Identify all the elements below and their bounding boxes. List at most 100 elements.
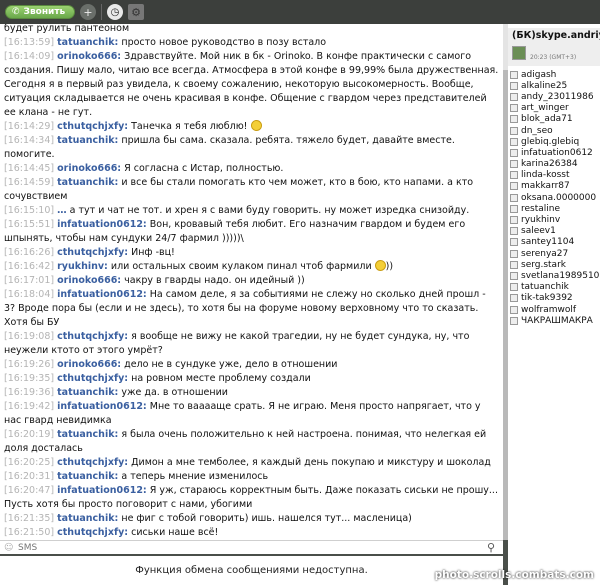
message-timestamp: [16:21:50] — [4, 527, 55, 538]
message-author[interactable]: orinoko666: — [57, 163, 121, 174]
message-timestamp: [16:14:34] — [4, 135, 55, 146]
member-name: dn_seo — [521, 125, 553, 136]
member-item[interactable]: serg.stark — [508, 259, 600, 270]
member-item[interactable]: ЧАКРАШМАКРА — [508, 315, 600, 326]
chat-message: [16:15:10] … а тут и чат не тот. и хрен … — [0, 204, 503, 218]
message-author[interactable]: cthutqchjxfy: — [57, 247, 128, 258]
search-icon[interactable]: ⚲ — [487, 541, 499, 554]
member-item[interactable]: linda-kosst — [508, 170, 600, 181]
message-author[interactable]: … — [57, 205, 67, 216]
member-item[interactable]: svetlana1989510 — [508, 270, 600, 281]
call-button[interactable]: ✆ Звонить — [5, 5, 75, 19]
member-item[interactable]: oksana.0000000 — [508, 192, 600, 203]
member-item[interactable]: infatuation0612 — [508, 147, 600, 158]
member-name: makkarr87 — [521, 181, 570, 192]
member-item[interactable]: ryukhinv — [508, 214, 600, 225]
member-item[interactable]: restaline — [508, 203, 600, 214]
member-item[interactable]: andy_23011986 — [508, 91, 600, 102]
contact-icon — [510, 305, 518, 314]
chat-message: [16:14:59] tatuanchik: и все бы стали по… — [0, 176, 503, 204]
contact-icon — [510, 126, 518, 135]
member-name: glebiq.glebiq — [521, 136, 580, 147]
message-author[interactable]: cthutqchjxfy: — [57, 373, 128, 384]
member-name: tik-tak9392 — [521, 293, 573, 304]
member-name: wolframwolf — [521, 304, 577, 315]
group-timestamp: 20:23 (GMT+3) — [530, 54, 577, 61]
chat-message: [16:19:42] infatuation0612: Мне то ваааа… — [0, 400, 503, 428]
member-name: tatuanchik — [521, 282, 569, 293]
message-author[interactable]: infatuation0612: — [57, 485, 147, 496]
chat-message: [16:21:50] cthutqchjxfy: сиськи наше всё… — [0, 526, 503, 540]
message-text: на ровном месте проблему создали — [131, 373, 311, 384]
message-author[interactable]: ryukhinv: — [57, 261, 108, 272]
contact-icon — [510, 160, 518, 169]
message-author[interactable]: cthutqchjxfy: — [57, 457, 128, 468]
chat-message: [16:14:09] orinoko666: Здравствуйте. Мой… — [0, 50, 503, 120]
member-item[interactable]: santey1104 — [508, 237, 600, 248]
member-item[interactable]: glebiq.glebiq — [508, 136, 600, 147]
member-item[interactable]: art_winger — [508, 103, 600, 114]
message-author[interactable]: tatuanchik: — [57, 513, 118, 524]
toolbar: ✆ Звонить + ◷ ⚙ — [0, 0, 600, 24]
member-item[interactable]: wolframwolf — [508, 304, 600, 315]
chat-message: [16:13:59] tatuanchik: просто новое руко… — [0, 36, 503, 50]
message-author[interactable]: tatuanchik: — [57, 387, 118, 398]
member-item[interactable]: tatuanchik — [508, 282, 600, 293]
message-timestamp: [16:20:31] — [4, 471, 55, 482]
message-text: Инф -вц! — [131, 247, 175, 258]
chat-message: [16:14:34] tatuanchik: пришла бы сама. с… — [0, 134, 503, 162]
phone-icon: ✆ — [12, 7, 20, 17]
message-author[interactable]: tatuanchik: — [57, 135, 118, 146]
chat-message: [16:20:25] cthutqchjxfy: Димон а мне тем… — [0, 456, 503, 470]
member-item[interactable]: blok_ada71 — [508, 114, 600, 125]
message-author[interactable]: infatuation0612: — [57, 219, 147, 230]
member-item[interactable]: tik-tak9392 — [508, 293, 600, 304]
member-name: adigash — [521, 69, 557, 80]
member-item[interactable]: dn_seo — [508, 125, 600, 136]
add-icon[interactable]: + — [80, 4, 96, 20]
message-text: а теперь мнение изменилось — [121, 471, 269, 482]
message-author[interactable]: orinoko666: — [57, 51, 121, 62]
message-author[interactable]: orinoko666: — [57, 275, 121, 286]
group-title: (БК)skype.andriy — [512, 30, 600, 41]
message-author[interactable]: infatuation0612: — [57, 289, 147, 300]
message-author[interactable]: tatuanchik: — [57, 37, 118, 48]
contact-icon — [510, 283, 518, 292]
message-author[interactable]: tatuanchik: — [57, 177, 118, 188]
message-author[interactable]: orinoko666: — [57, 359, 121, 370]
message-author[interactable]: tatuanchik: — [57, 429, 118, 440]
emoji-icon[interactable]: ☺ — [4, 543, 14, 553]
clock-icon[interactable]: ◷ — [107, 4, 123, 20]
chat-panel: infatuation0612: Да норм все. Сиди и сид… — [0, 0, 503, 540]
message-timestamp: [16:20:19] — [4, 429, 55, 440]
chat-message: [16:21:35] tatuanchik: не фиг с тобой го… — [0, 512, 503, 526]
member-item[interactable]: alkaline25 — [508, 80, 600, 91]
message-author[interactable]: tatuanchik: — [57, 471, 118, 482]
sidebar: (БК)skype.andriy 20:23 (GMT+3) adigash al… — [508, 24, 600, 585]
message-text: Я согласна с Истар, полностью. — [124, 163, 284, 174]
message-input[interactable] — [18, 542, 487, 553]
chat-message: [16:16:42] ryukhinv: или остальных своим… — [0, 260, 503, 274]
member-name: svetlana1989510 — [521, 270, 600, 281]
member-item[interactable]: makkarr87 — [508, 181, 600, 192]
message-text: дело не в сундуке уже, дело в отношении — [124, 359, 338, 370]
message-text-suffix: )) — [385, 261, 394, 272]
group-header[interactable]: (БК)skype.andriy 20:23 (GMT+3) — [508, 28, 600, 66]
member-item[interactable]: karina26384 — [508, 159, 600, 170]
message-text: сиськи наше всё! — [131, 527, 219, 538]
message-timestamp: [16:14:59] — [4, 177, 55, 188]
member-item[interactable]: saleev1 — [508, 226, 600, 237]
message-author[interactable]: cthutqchjxfy: — [57, 527, 128, 538]
message-text: или остальных своим кулаком пинал чтоб ф… — [110, 261, 372, 272]
message-timestamp: [16:19:36] — [4, 387, 55, 398]
member-item[interactable]: serenya27 — [508, 248, 600, 259]
member-name: infatuation0612 — [521, 147, 593, 158]
member-item[interactable]: adigash — [508, 69, 600, 80]
message-author[interactable]: cthutqchjxfy: — [57, 121, 128, 132]
message-author[interactable]: infatuation0612: — [57, 401, 147, 412]
contact-icon — [510, 182, 518, 191]
call-button-label: Звонить — [23, 7, 66, 17]
gear-icon[interactable]: ⚙ — [128, 4, 144, 20]
message-author[interactable]: cthutqchjxfy: — [57, 331, 128, 342]
chat-message: [16:17:01] orinoko666: чакру в гварды на… — [0, 274, 503, 288]
